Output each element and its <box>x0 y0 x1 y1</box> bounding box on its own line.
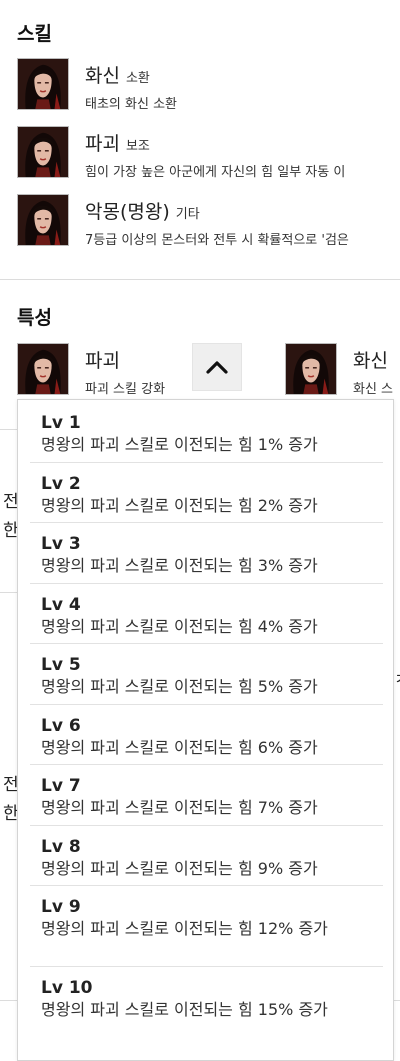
level-title: Lv 7 <box>41 776 81 796</box>
skill-portrait-icon <box>17 58 69 110</box>
level-item[interactable]: Lv 4 명왕의 파괴 스킬로 이전되는 힘 4% 증가 <box>30 584 383 644</box>
level-item[interactable]: Lv 10 명왕의 파괴 스킬로 이전되는 힘 15% 증가 <box>30 967 383 1048</box>
level-desc: 명왕의 파괴 스킬로 이전되는 힘 1% 증가 <box>41 435 318 454</box>
trait-desc: 파괴 스킬 강화 <box>85 382 166 397</box>
skill-desc: 7등급 이상의 몬스터와 전투 시 확률적으로 '검은 <box>85 233 349 248</box>
level-item[interactable]: Lv 3 명왕의 파괴 스킬로 이전되는 힘 3% 증가 <box>30 523 383 584</box>
bg-divider <box>0 429 17 430</box>
skill-desc: 힘이 가장 높은 아군에게 자신의 힘 일부 자동 이 <box>85 165 346 180</box>
level-desc: 명왕의 파괴 스킬로 이전되는 힘 6% 증가 <box>41 737 318 757</box>
level-title: Lv 9 <box>41 897 81 917</box>
skill-name: 악몽(명왕) 기타 <box>85 201 200 223</box>
trait-portrait-icon <box>285 343 337 395</box>
skill-name: 파괴 보조 <box>85 133 150 155</box>
level-item[interactable]: Lv 6 명왕의 파괴 스킬로 이전되는 힘 6% 증가 <box>30 705 383 765</box>
level-title: Lv 4 <box>41 594 81 615</box>
level-desc: 명왕의 파괴 스킬로 이전되는 힘 12% 증가 <box>41 919 328 938</box>
level-title: Lv 6 <box>41 715 81 736</box>
trait-portrait-icon <box>17 343 69 395</box>
trait-name: 화신 <box>353 350 388 372</box>
chevron-up-icon <box>206 361 228 374</box>
bg-divider <box>0 592 17 593</box>
level-item[interactable]: Lv 1 명왕의 파괴 스킬로 이전되는 힘 1% 증가 <box>30 402 383 463</box>
level-title: Lv 5 <box>41 655 81 675</box>
level-desc: 명왕의 파괴 스킬로 이전되는 힘 15% 증가 <box>41 1000 328 1019</box>
level-desc: 명왕의 파괴 스킬로 이전되는 힘 3% 증가 <box>41 556 318 575</box>
level-desc: 명왕의 파괴 스킬로 이전되는 힘 9% 증가 <box>41 858 318 878</box>
level-title: Lv 1 <box>41 413 81 433</box>
level-item[interactable]: Lv 5 명왕의 파괴 스킬로 이전되는 힘 5% 증가 <box>30 644 383 705</box>
trait-level-dropdown[interactable]: Lv 1 명왕의 파괴 스킬로 이전되는 힘 1% 증가 Lv 2 명왕의 파괴… <box>17 399 394 1061</box>
skill-portrait-icon <box>17 194 69 246</box>
level-item[interactable]: Lv 7 명왕의 파괴 스킬로 이전되는 힘 7% 증가 <box>30 765 383 826</box>
level-desc: 명왕의 파괴 스킬로 이전되는 힘 4% 증가 <box>41 616 318 636</box>
level-list: Lv 1 명왕의 파괴 스킬로 이전되는 힘 1% 증가 Lv 2 명왕의 파괴… <box>30 402 383 1048</box>
trait-name: 파괴 <box>85 350 120 372</box>
level-item[interactable]: Lv 8 명왕의 파괴 스킬로 이전되는 힘 9% 증가 <box>30 826 383 886</box>
bg-divider <box>394 1000 400 1001</box>
level-title: Lv 3 <box>41 534 81 554</box>
level-desc: 명왕의 파괴 스킬로 이전되는 힘 7% 증가 <box>41 798 318 817</box>
bg-divider <box>0 1000 17 1001</box>
level-item[interactable]: Lv 9 명왕의 파괴 스킬로 이전되는 힘 12% 증가 <box>30 886 383 967</box>
skill-portrait-icon <box>17 126 69 178</box>
level-desc: 명왕의 파괴 스킬로 이전되는 힘 5% 증가 <box>41 677 318 696</box>
level-desc: 명왕의 파괴 스킬로 이전되는 힘 2% 증가 <box>41 495 318 515</box>
skill-name: 화신 소환 <box>85 65 150 87</box>
skills-section-title: 스킬 <box>17 23 52 45</box>
level-title: Lv 10 <box>41 978 93 998</box>
skill-desc: 태초의 화신 소환 <box>85 97 177 112</box>
collapse-button[interactable] <box>192 343 242 391</box>
traits-section-title: 특성 <box>17 307 52 329</box>
trait-desc: 화신 스 <box>353 382 394 397</box>
level-title: Lv 2 <box>41 473 81 494</box>
bg-text-fragment: ㅊ <box>394 664 400 689</box>
section-divider <box>0 279 400 280</box>
level-item[interactable]: Lv 2 명왕의 파괴 스킬로 이전되는 힘 2% 증가 <box>30 463 383 523</box>
level-title: Lv 8 <box>41 836 81 857</box>
